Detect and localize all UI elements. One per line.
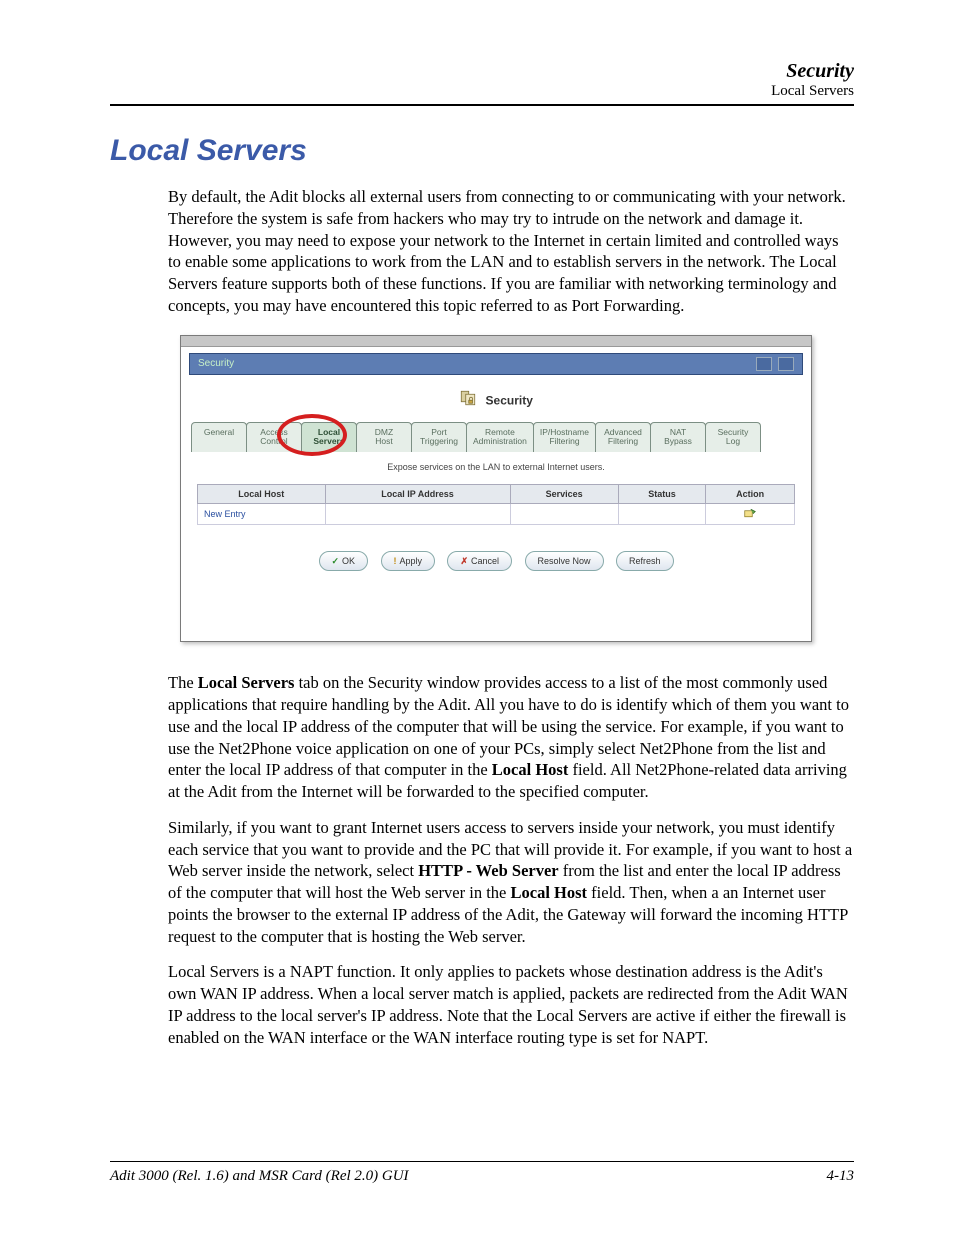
col-action: Action <box>706 485 795 504</box>
page-heading-row: Security <box>181 375 811 422</box>
tab-nat-bypass[interactable]: NAT Bypass <box>650 422 706 453</box>
security-icon <box>459 389 477 412</box>
col-status: Status <box>618 485 706 504</box>
apply-button[interactable]: !Apply <box>381 551 436 571</box>
refresh-button-label: Refresh <box>629 556 661 566</box>
header-subtitle: Local Servers <box>110 83 854 100</box>
tab-bar: GeneralAccess ControlLocal ServersDMZ Ho… <box>191 422 801 453</box>
footer-left: Adit 3000 (Rel. 1.6) and MSR Card (Rel 2… <box>110 1168 409 1185</box>
window-chrome <box>181 336 811 347</box>
bold-text: Local Servers <box>198 673 295 692</box>
button-row: ✓OK !Apply ✗Cancel Resolve Now Refresh <box>181 525 811 641</box>
page-heading: Security <box>486 393 533 407</box>
paragraph-3: Similarly, if you want to grant Internet… <box>168 817 854 948</box>
tab-security-log[interactable]: Security Log <box>705 422 761 453</box>
cell-local-ip <box>325 504 510 525</box>
tab-general[interactable]: General <box>191 422 247 453</box>
titlebar-icon-1[interactable] <box>756 357 772 371</box>
local-servers-table: Local HostLocal IP AddressServicesStatus… <box>197 484 795 525</box>
col-local-host: Local Host <box>198 485 326 504</box>
col-services: Services <box>510 485 618 504</box>
edit-icon[interactable] <box>744 510 756 520</box>
bold-text: Local Host <box>492 760 569 779</box>
tab-ip-hostname-filtering[interactable]: IP/Hostname Filtering <box>533 422 596 453</box>
security-screenshot: Security Security GeneralAccess ControlL… <box>180 335 812 643</box>
refresh-button[interactable]: Refresh <box>616 551 674 571</box>
cell-services <box>510 504 618 525</box>
tab-remote-administration[interactable]: Remote Administration <box>466 422 534 453</box>
cell-action[interactable] <box>706 504 795 525</box>
tab-local-servers[interactable]: Local Servers <box>301 422 357 453</box>
resolve-now-button[interactable]: Resolve Now <box>525 551 604 571</box>
cell-status <box>618 504 706 525</box>
bold-text: Local Host <box>511 883 588 902</box>
text: The <box>168 673 198 692</box>
titlebar-icons <box>756 357 794 371</box>
section-title: Local Servers <box>110 134 854 168</box>
paragraph-2: The Local Servers tab on the Security wi… <box>168 672 854 803</box>
header-title: Security <box>110 60 854 83</box>
footer-right: 4-13 <box>827 1168 855 1185</box>
tab-advanced-filtering[interactable]: Advanced Filtering <box>595 422 651 453</box>
document-page: Security Local Servers Local Servers By … <box>0 0 954 1235</box>
tab-dmz-host[interactable]: DMZ Host <box>356 422 412 453</box>
tab-port-triggering[interactable]: Port Triggering <box>411 422 467 453</box>
apply-button-label: Apply <box>400 556 423 566</box>
tab-subtitle: Expose services on the LAN to external I… <box>181 462 811 472</box>
cancel-button[interactable]: ✗Cancel <box>447 551 512 571</box>
new-entry-link[interactable]: New Entry <box>198 504 326 525</box>
col-local-ip-address: Local IP Address <box>325 485 510 504</box>
table-header-row: Local HostLocal IP AddressServicesStatus… <box>198 485 795 504</box>
bold-text: HTTP - Web Server <box>418 861 558 880</box>
paragraph-4: Local Servers is a NAPT function. It onl… <box>168 961 854 1048</box>
paragraph-1: By default, the Adit blocks all external… <box>168 186 854 317</box>
cancel-button-label: Cancel <box>471 556 499 566</box>
panel-title: Security <box>198 358 234 369</box>
page-footer: Adit 3000 (Rel. 1.6) and MSR Card (Rel 2… <box>110 1161 854 1185</box>
tab-access-control[interactable]: Access Control <box>246 422 302 453</box>
page-header: Security Local Servers <box>110 60 854 106</box>
titlebar-icon-2[interactable] <box>778 357 794 371</box>
panel-titlebar: Security <box>189 353 803 375</box>
ok-button-label: OK <box>342 556 355 566</box>
table-row: New Entry <box>198 504 795 525</box>
ok-button[interactable]: ✓OK <box>319 551 369 571</box>
resolve-now-button-label: Resolve Now <box>538 556 591 566</box>
